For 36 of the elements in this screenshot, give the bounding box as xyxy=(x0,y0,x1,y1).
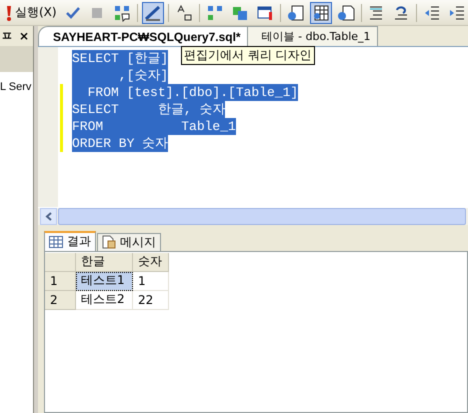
column-header[interactable]: 숫자 xyxy=(133,252,169,272)
close-button[interactable]: × xyxy=(19,29,30,43)
diagram-icon xyxy=(113,4,132,22)
diagram-icon xyxy=(206,4,224,22)
table-cell: 테스트1 xyxy=(76,272,133,290)
pencil-ruler-icon xyxy=(144,4,162,22)
grid-results-icon xyxy=(312,4,330,22)
document-icon xyxy=(102,235,116,249)
outdent-icon xyxy=(423,4,442,22)
text-results-icon xyxy=(286,4,305,22)
pin-button[interactable]: ㅍ xyxy=(1,28,13,44)
tooltip: 편집기에서 쿼리 디자인 xyxy=(181,46,315,65)
editor-tab[interactable]: SAYHEART-PC₩SQLQuery7.sql* xyxy=(38,26,248,46)
result-tab[interactable]: 메시지 xyxy=(97,232,161,250)
panel-band xyxy=(0,46,33,72)
font-replace-icon xyxy=(175,4,194,22)
tree-item[interactable]: L Serv xyxy=(0,81,32,93)
row-number: 2 xyxy=(45,290,76,310)
row-number: 1 xyxy=(45,272,76,290)
indent-icon xyxy=(448,4,466,22)
table-cell: 1 xyxy=(133,272,169,290)
table-cell: 테스트2 xyxy=(76,290,133,310)
scroll-left-button[interactable] xyxy=(40,208,57,224)
table-cell: 22 xyxy=(133,290,169,310)
column-header[interactable]: 한글 xyxy=(76,252,133,272)
run-button[interactable]: 실행(X) xyxy=(4,2,59,24)
chevron-left-icon xyxy=(44,212,52,220)
alert-window-icon xyxy=(256,4,274,22)
corner-header xyxy=(45,252,76,272)
table-icon xyxy=(49,236,63,248)
result-tab[interactable]: 결과 xyxy=(44,230,96,250)
file-results-icon xyxy=(336,4,355,22)
editor-tab[interactable]: 테이블 - dbo.Table_1 xyxy=(246,26,378,46)
toolbar-button[interactable] xyxy=(310,2,332,24)
toolbar-button[interactable] xyxy=(142,2,164,24)
exclamation-icon xyxy=(6,4,12,20)
